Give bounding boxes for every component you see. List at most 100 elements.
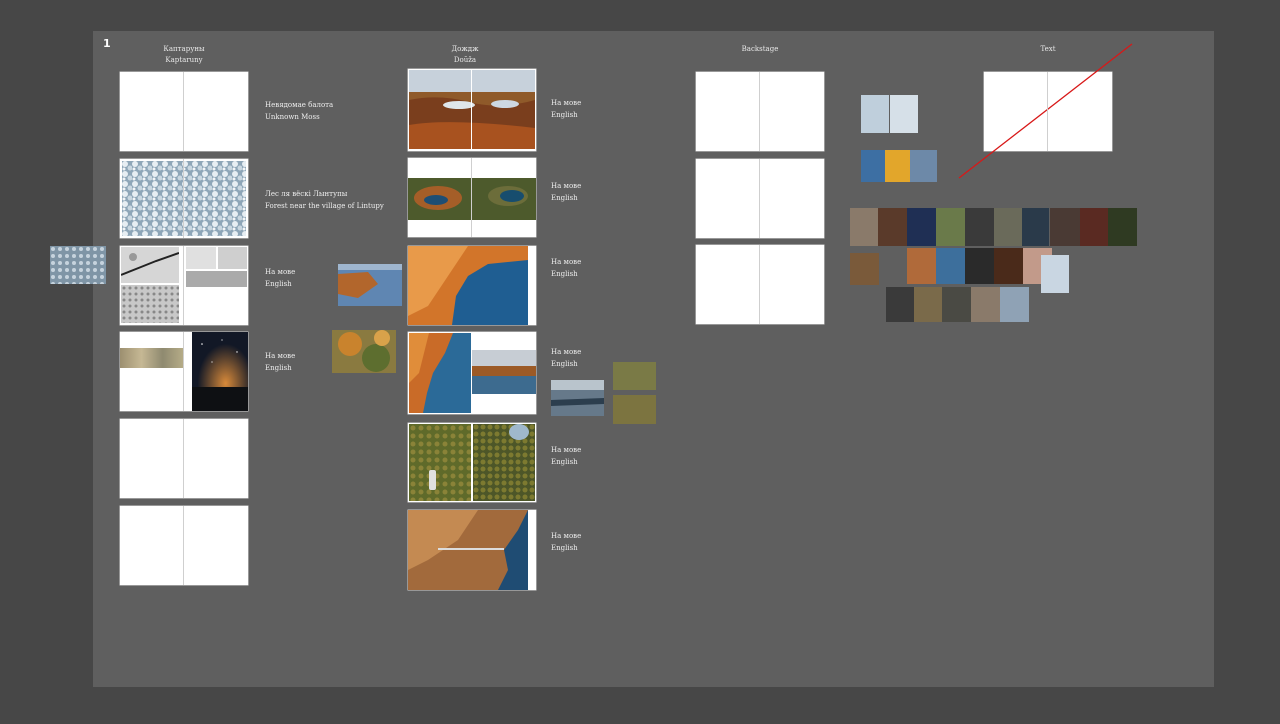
spread-1-5[interactable] [120,419,248,498]
caption-line: English [551,458,578,466]
loose-photo-autumn-aerial[interactable] [332,330,396,373]
photo-bw-small-2 [218,247,247,269]
backstage-photo-2[interactable] [885,150,910,182]
artboard[interactable]: 1 Каптаруны Kaptaruny Дождж Doŭža Backst… [93,31,1214,687]
mosaic-photo[interactable] [936,208,965,246]
caption-line: English [551,111,578,119]
mosaic-photo[interactable] [936,248,965,284]
caption-2-3: На мове English [551,256,581,280]
photo-boat-in-bog [409,424,471,501]
photo-bw-small-3 [186,271,247,287]
caption-line: На мове [551,99,582,107]
mosaic-photo[interactable] [971,287,1000,322]
column-title-line: Doŭža [453,56,477,64]
caption-line: На мове [551,532,582,540]
mosaic-photo[interactable] [907,208,936,246]
spread-3-1[interactable] [696,72,824,151]
caption-line: English [551,360,578,368]
spread-1-6[interactable] [120,506,248,585]
spread-1-1[interactable] [120,72,248,151]
loose-photo-moss-2[interactable] [613,395,656,424]
photo-autumn-lake [409,70,535,149]
mosaic-photo[interactable] [965,208,994,246]
column-title-line: Дождж [451,45,479,53]
loose-photo-river[interactable] [551,380,604,416]
caption-line: На мове [265,268,296,276]
photo-bw-frost [121,247,179,283]
mosaic-photo[interactable] [850,253,879,285]
mosaic-photo[interactable] [965,248,994,284]
spread-fold [471,510,472,590]
caption-2-1: На мове English [551,97,581,121]
spread-fold [759,245,760,324]
photo-snowy-forest [122,161,246,236]
caption-2-2: На мове English [551,180,581,204]
photo-bog-aerial [473,424,535,501]
spread-2-3[interactable] [408,246,536,325]
mosaic-photo[interactable] [994,208,1022,246]
photo-orange-peninsula [408,246,528,325]
spread-fold [759,159,760,238]
photo-bw-texture [121,285,179,323]
spread-fold [1047,72,1048,151]
caption-line: На мове [551,258,582,266]
spread-fold [759,72,760,151]
mosaic-photo[interactable] [1108,208,1137,246]
caption-1-4: На мове English [265,350,295,374]
photo-bw-small-1 [186,247,216,269]
photo-autumn-shoreline [409,333,471,413]
strike-line [953,41,1138,181]
mosaic-photo[interactable] [942,287,971,322]
photo-night-sky [192,332,248,411]
spread-2-5[interactable] [408,423,536,502]
mosaic-photo[interactable] [1050,208,1080,246]
spread-1-2[interactable] [120,159,248,238]
spread-fold [183,332,184,411]
spread-2-4[interactable] [408,332,536,414]
caption-line: Невядомае балота [265,101,334,109]
offboard-photo-snow[interactable] [50,246,106,284]
mosaic-photo[interactable] [1080,208,1108,246]
mosaic-photo[interactable] [850,208,878,246]
mosaic-photo[interactable] [878,208,907,246]
caption-1-1: Невядомае балота Unknown Moss [265,99,333,123]
photo-pier-aerial [408,510,528,590]
mosaic-photo[interactable] [1022,208,1049,246]
caption-line: English [265,280,292,288]
mosaic-photo[interactable] [1000,287,1029,322]
backstage-photo-3[interactable] [910,150,937,182]
spread-1-4[interactable] [120,332,248,411]
mosaic-photo[interactable] [914,287,942,322]
spread-fold [183,159,184,238]
spread-2-2[interactable] [408,158,536,237]
spread-2-1[interactable] [408,69,536,151]
mosaic-photo[interactable] [907,248,936,284]
caption-line: Forest near the village of Lintupy [265,202,384,210]
backstage-snow-1[interactable] [861,95,889,133]
spread-fold [471,332,472,414]
caption-2-4: На мове English [551,346,581,370]
photo-lake-sunset [472,350,536,394]
spread-2-6[interactable] [408,510,536,590]
spread-fold [183,72,184,151]
spread-3-3[interactable] [696,245,824,324]
caption-2-5: На мове English [551,444,581,468]
mosaic-photo[interactable] [886,287,914,322]
caption-line: English [551,270,578,278]
column-title-douzha: Дождж Doŭža [405,44,525,66]
loose-photo-lake-shore[interactable] [338,264,402,306]
mosaic-photo[interactable] [994,248,1023,284]
spread-fold [183,419,184,498]
spread-fold [471,246,472,325]
spread-1-3[interactable] [120,246,248,325]
backstage-snow-2[interactable] [890,95,918,133]
spread-3-2[interactable] [696,159,824,238]
loose-photo-moss-1[interactable] [613,362,656,390]
backstage-photo-1[interactable] [861,150,885,182]
caption-line: На мове [551,446,582,454]
caption-line: На мове [551,182,582,190]
mosaic-photo[interactable] [1041,255,1069,293]
caption-2-6: На мове English [551,530,581,554]
board-number: 1 [103,37,111,50]
caption-line: Unknown Moss [265,113,320,121]
